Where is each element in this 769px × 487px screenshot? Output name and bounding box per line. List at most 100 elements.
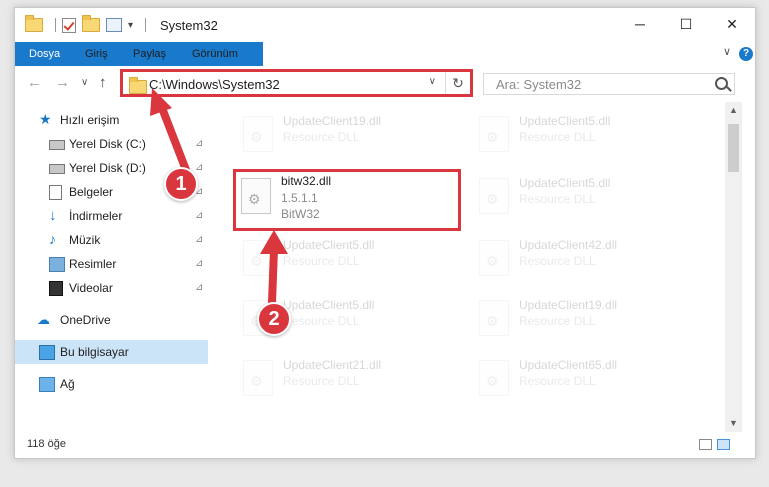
sidebar-item-music[interactable]: ♪ Müzik ⊿ <box>15 228 208 252</box>
file-name: UpdateClient5.dll <box>283 238 375 252</box>
file-type: Resource DLL <box>519 130 596 144</box>
pin-icon[interactable]: ⊿ <box>195 132 203 156</box>
pin-icon[interactable]: ⊿ <box>195 276 203 300</box>
scroll-down-arrow-icon[interactable]: ▼ <box>725 415 742 432</box>
file-list: UpdateClient19.dll Resource DLL bitw32.d… <box>215 102 723 432</box>
file-type: Resource DLL <box>519 374 596 388</box>
sidebar-item-onedrive[interactable]: ☁ OneDrive <box>15 308 208 332</box>
navigation-pane: ★ Hızlı erişim Yerel Disk (C:) ⊿ Yerel D… <box>15 108 208 428</box>
sidebar-item-downloads[interactable]: ↓ İndirmeler ⊿ <box>15 204 208 228</box>
file-item[interactable]: UpdateClient5.dll Resource DLL <box>471 172 691 232</box>
dll-file-icon <box>479 240 509 276</box>
cloud-icon: ☁ <box>37 312 50 327</box>
sidebar-item-label: Ağ <box>60 377 75 391</box>
collapse-ribbon-icon[interactable]: ∨ <box>723 45 731 58</box>
callout-step-2: 2 <box>257 302 291 336</box>
recent-locations-button[interactable]: ∨ <box>81 77 88 88</box>
sidebar-item-label: Hızlı erişim <box>60 113 120 127</box>
sidebar-item-label: Bu bilgisayar <box>60 345 129 359</box>
file-name: UpdateClient19.dll <box>519 298 618 312</box>
file-item[interactable]: UpdateClient19.dll Resource DLL <box>235 110 455 170</box>
search-placeholder: Ara: System32 <box>496 77 582 92</box>
address-dropdown-icon[interactable]: ∨ <box>429 76 436 87</box>
window-title: System32 <box>160 18 218 33</box>
file-item[interactable]: UpdateClient21.dll Resource DLL <box>235 354 455 414</box>
file-type: Resource DLL <box>283 254 360 268</box>
quick-access-toolbar: ▾ <box>15 15 152 34</box>
new-folder-icon[interactable] <box>82 15 100 32</box>
file-version: 1.5.1.1 <box>281 191 318 205</box>
status-bar: 118 öğe <box>15 432 755 458</box>
address-bar[interactable]: C:\Windows\System32 ∨ ↻ <box>120 69 473 97</box>
file-item-bitw32[interactable]: bitw32.dll 1.5.1.1 BitW32 <box>233 169 461 231</box>
tab-share[interactable]: Paylaş <box>121 42 178 66</box>
pictures-icon <box>49 257 65 272</box>
search-icon[interactable] <box>715 77 728 90</box>
dll-file-icon <box>479 116 509 152</box>
vertical-scrollbar[interactable]: ▲ ▼ <box>725 102 742 432</box>
pin-icon[interactable]: ⊿ <box>195 228 203 252</box>
toolbar-divider <box>55 18 56 32</box>
close-button[interactable]: ✕ <box>709 8 755 40</box>
file-item[interactable]: UpdateClient19.dll Resource DLL <box>471 294 691 354</box>
file-item[interactable]: UpdateClient42.dll Resource DLL <box>471 234 691 294</box>
help-icon[interactable]: ? <box>739 47 753 61</box>
sidebar-item-pictures[interactable]: Resimler ⊿ <box>15 252 208 276</box>
details-view-icon[interactable] <box>699 439 712 450</box>
drive-icon <box>49 140 65 150</box>
sidebar-item-label: İndirmeler <box>69 209 123 223</box>
customize-toolbar-icon[interactable] <box>106 18 122 32</box>
sidebar-item-quick-access[interactable]: ★ Hızlı erişim <box>15 108 208 132</box>
file-company: BitW32 <box>281 207 320 221</box>
tab-view[interactable]: Görünüm <box>180 42 250 66</box>
maximize-button[interactable]: ☐ <box>663 8 709 40</box>
navigation-bar: ← → ∨ ↑ C:\Windows\System32 ∨ ↻ Ara: Sys… <box>15 66 755 102</box>
drive-icon <box>49 164 65 174</box>
file-item[interactable]: UpdateClient5.dll Resource DLL <box>235 234 455 294</box>
file-name: UpdateClient19.dll <box>283 114 382 128</box>
file-name: UpdateClient5.dll <box>283 298 375 312</box>
file-name: UpdateClient5.dll <box>519 114 611 128</box>
file-name: UpdateClient21.dll <box>283 358 382 372</box>
sidebar-item-label: Resimler <box>69 257 117 271</box>
file-item[interactable]: UpdateClient5.dll Resource DLL <box>471 110 691 170</box>
file-name: UpdateClient65.dll <box>519 358 618 372</box>
address-path[interactable]: C:\Windows\System32 <box>149 77 280 92</box>
file-type: Resource DLL <box>519 192 596 206</box>
sidebar-item-videos[interactable]: Videolar ⊿ <box>15 276 208 300</box>
refresh-button[interactable]: ↻ <box>445 72 470 94</box>
tab-home[interactable]: Giriş <box>73 42 120 66</box>
file-type: Resource DLL <box>519 254 596 268</box>
search-input[interactable]: Ara: System32 <box>483 73 735 95</box>
forward-button[interactable]: → <box>55 74 70 91</box>
toolbar-dropdown-icon[interactable]: ▾ <box>128 20 133 31</box>
properties-check-icon[interactable] <box>62 17 76 33</box>
file-item[interactable]: UpdateClient65.dll Resource DLL <box>471 354 691 414</box>
pin-icon[interactable]: ⊿ <box>195 204 203 228</box>
sidebar-item-local-disk-c[interactable]: Yerel Disk (C:) ⊿ <box>15 132 208 156</box>
download-icon: ↓ <box>49 207 57 224</box>
dll-file-icon <box>243 360 273 396</box>
sidebar-item-label: Müzik <box>69 233 101 247</box>
up-button[interactable]: ↑ <box>99 74 107 91</box>
video-icon <box>49 281 63 296</box>
sidebar-item-label: OneDrive <box>60 313 111 327</box>
minimize-button[interactable]: ─ <box>617 8 663 40</box>
back-button[interactable]: ← <box>27 74 42 91</box>
item-count: 118 öğe <box>27 438 66 450</box>
scrollbar-thumb[interactable] <box>728 124 739 172</box>
callout-step-1: 1 <box>164 167 198 201</box>
dll-file-icon <box>243 240 273 276</box>
file-type: Resource DLL <box>283 314 360 328</box>
sidebar-item-this-pc[interactable]: Bu bilgisayar <box>15 340 208 364</box>
sidebar-item-label: Belgeler <box>69 185 114 199</box>
sidebar-item-network[interactable]: Ağ <box>15 372 208 396</box>
pin-icon[interactable]: ⊿ <box>195 252 203 276</box>
file-type: Resource DLL <box>519 314 596 328</box>
sidebar-item-label: Videolar <box>69 281 113 295</box>
file-name: UpdateClient5.dll <box>519 176 611 190</box>
tiles-view-icon[interactable] <box>717 439 730 450</box>
sidebar-item-label: Yerel Disk (D:) <box>69 161 146 175</box>
scroll-up-arrow-icon[interactable]: ▲ <box>725 102 742 119</box>
dll-file-icon <box>241 178 271 214</box>
